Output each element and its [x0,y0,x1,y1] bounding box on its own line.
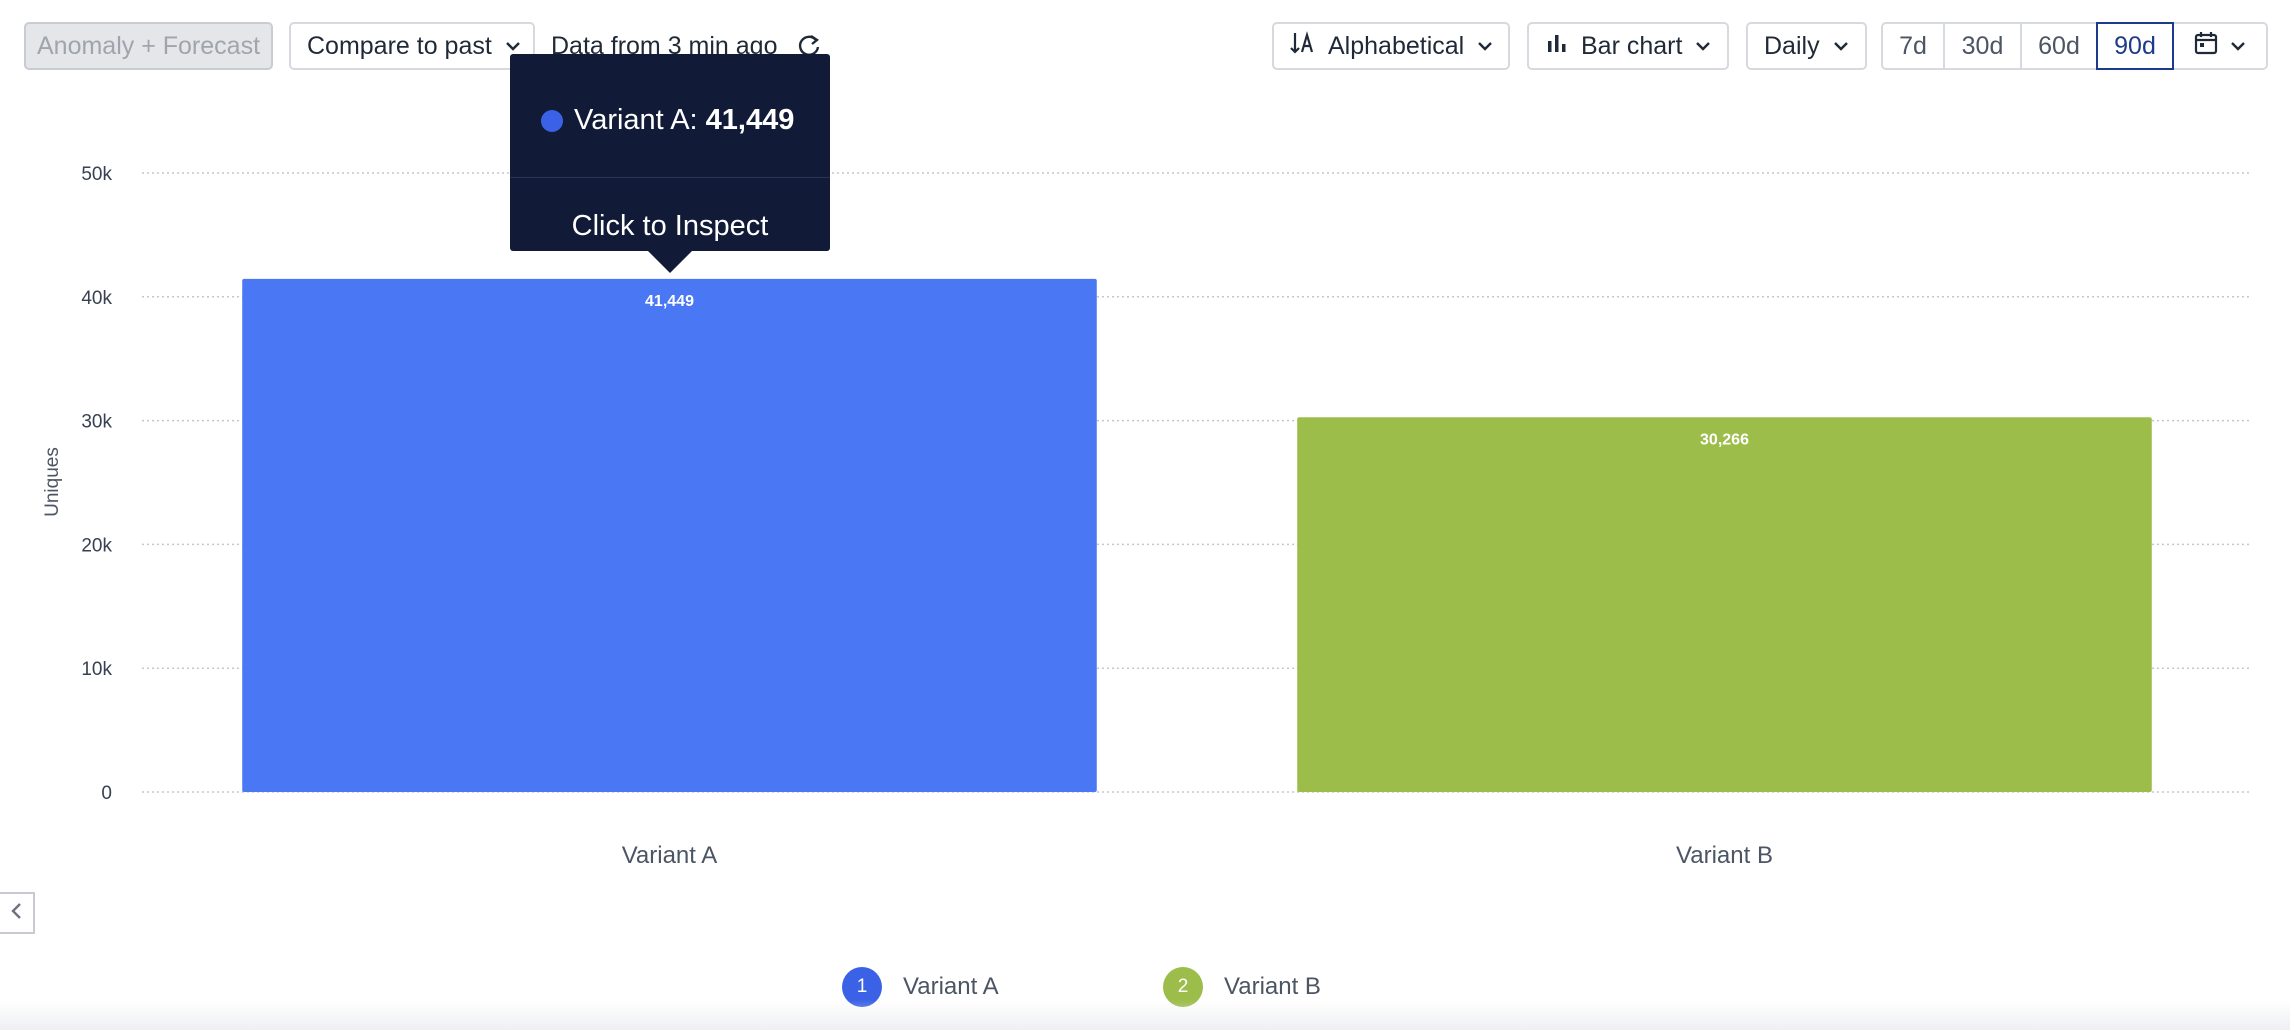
tooltip-value-row: Variant A: 41,449 [541,104,794,137]
tooltip-inspect-action[interactable]: Click to Inspect [510,212,830,241]
y-tick-label: 50k [81,164,112,185]
collapse-panel-button[interactable] [0,892,35,934]
tooltip-pointer [648,251,692,273]
y-tick-label: 20k [81,535,112,556]
tooltip-divider [510,177,830,178]
x-axis-categories: Variant A Variant B [622,842,1773,869]
chevron-left-icon [9,901,25,926]
y-tick-label: 10k [81,659,112,680]
y-axis-label: Uniques [42,447,63,517]
y-tick-label: 40k [81,288,112,309]
bar-value-label: 41,449 [645,293,694,310]
bar-value-label: 30,266 [1700,431,1749,448]
series-color-dot [541,109,563,132]
tooltip-separator: : [689,104,706,136]
bar[interactable] [242,278,1097,792]
range-90d-button[interactable]: 90d [2096,22,2174,70]
y-tick-label: 30k [81,412,112,433]
tooltip-value: 41,449 [705,104,795,136]
y-tick-label: 0 [101,783,112,804]
legend-label: Variant B [1224,973,1321,1000]
x-category-label: Variant A [622,842,718,869]
tooltip-series-name: Variant A [574,104,690,136]
bar-tooltip: Variant A: 41,449 Click to Inspect [510,54,830,273]
y-axis-ticks: 0 10k 20k 30k 40k 50k [81,164,112,804]
bottom-fade [0,1000,2290,1030]
bar-chart: 0 10k 20k 30k 40k 50k Uniques 41,449 30,266 Va… [42,164,2252,869]
legend-label: Variant A [903,973,999,1000]
chart-bars: 41,449 30,266 [242,278,2152,792]
x-category-label: Variant B [1676,842,1773,869]
bar[interactable] [1297,417,2152,792]
